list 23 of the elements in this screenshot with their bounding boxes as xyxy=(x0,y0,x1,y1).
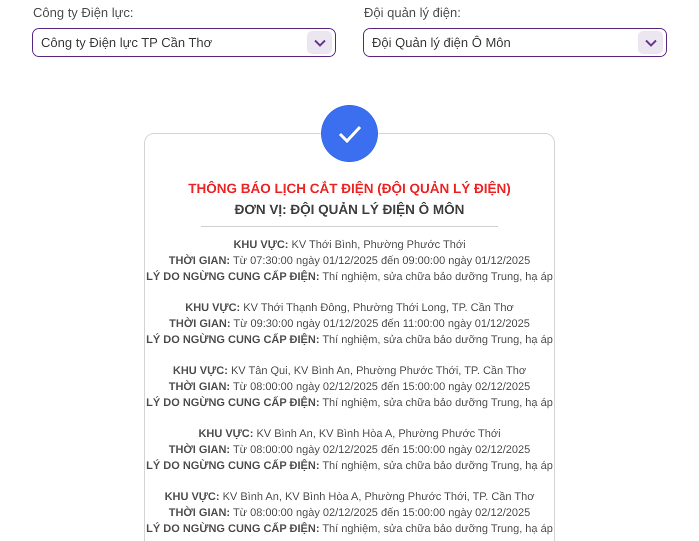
area-text: KHU VỰC: KV Tân Qui, KV Bình An, Phường Phước Thới, TP. Cần Thơ xyxy=(172,364,526,379)
reason-text: LÝ DO NGỪNG CUNG CẤP ĐIỆN: Thí nghiệm, sửa chữa bảo dưỡng Trung, hạ áp xyxy=(146,395,553,411)
notice-title: THÔNG BÁO LỊCH CẮT ĐIỆN (ĐỘI QUẢN LÝ ĐIỆN) xyxy=(188,180,511,198)
reason-text: LÝ DO NGỪNG CUNG CẤP ĐIỆN: Thí nghiệm, sửa chữa bảo dưỡng Trung, hạ áp xyxy=(146,269,553,285)
select-field[interactable]: Công ty Điện lực TP Cần Thơ xyxy=(32,28,336,57)
reason-text: LÝ DO NGỪNG CUNG CẤP ĐIỆN: Thí nghiệm, sửa chữa bảo dưỡng Trung, hạ áp xyxy=(146,521,553,537)
select-field[interactable]: Đội Quản lý điện Ô Môn xyxy=(363,28,667,57)
area-text: KHU VỰC: KV Bình An, KV Bình Hòa A, Phường Phước Thới, TP. Cần Thơ xyxy=(164,490,534,505)
area-text: KHU VỰC: KV Thới Thạnh Đông, Phường Thới Long, TP. Cần Thơ xyxy=(185,301,514,316)
area-text: KHU VỰC: KV Bình An, KV Bình Hòa A, Phường Phước Thới xyxy=(198,427,501,442)
chevron-down-icon xyxy=(638,31,663,54)
time-text: THỜI GIAN: Từ 08:00:00 ngày 02/12/2025 đến 15:00:00 ngày 02/12/2025 xyxy=(168,442,530,458)
notice-unit: ĐƠN VỊ: ĐỘI QUẢN LÝ ĐIỆN Ô MÔN xyxy=(234,200,464,219)
time-text: THỜI GIAN: Từ 09:30:00 ngày 01/12/2025 đến 11:00:00 ngày 01/12/2025 xyxy=(169,316,530,332)
field-label: Đội quản lý điện: xyxy=(364,5,462,21)
time-text: THỜI GIAN: Từ 08:00:00 ngày 02/12/2025 đến 15:00:00 ngày 02/12/2025 xyxy=(168,505,530,521)
reason-text: LÝ DO NGỪNG CUNG CẤP ĐIỆN: Thí nghiệm, sửa chữa bảo dưỡng Trung, hạ áp xyxy=(146,332,553,348)
field-label: Công ty Điện lực: xyxy=(33,5,134,21)
chevron-down-icon xyxy=(307,31,332,54)
time-text: THỜI GIAN: Từ 08:00:00 ngày 02/12/2025 đến 15:00:00 ngày 02/12/2025 xyxy=(168,379,530,395)
reason-text: LÝ DO NGỪNG CUNG CẤP ĐIỆN: Thí nghiệm, sửa chữa bảo dưỡng Trung, hạ áp xyxy=(146,458,553,474)
area-text: KHU VỰC: KV Thới Bình, Phường Phước Thới xyxy=(233,238,466,253)
time-text: THỜI GIAN: Từ 07:30:00 ngày 01/12/2025 đến 09:00:00 ngày 01/12/2025 xyxy=(168,253,530,269)
